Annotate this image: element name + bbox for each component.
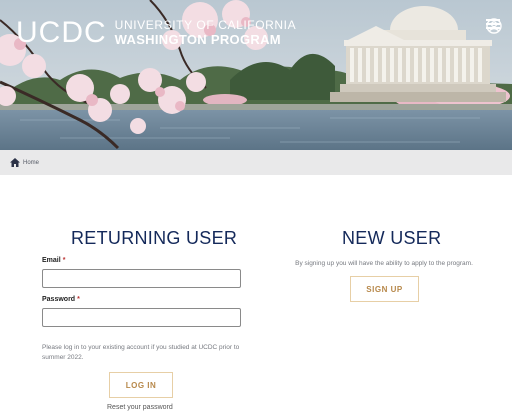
- password-label-text: Password: [42, 296, 76, 303]
- email-field[interactable]: [42, 269, 241, 288]
- password-label: Password *: [42, 296, 80, 303]
- returning-user-note: Please log in to your existing account i…: [42, 344, 240, 361]
- logo-program: WASHINGTON PROGRAM: [114, 32, 281, 47]
- breadcrumb-home-link[interactable]: Home: [23, 160, 39, 166]
- site-logo[interactable]: UCDC UNIVERSITY OF CALIFORNIA WASHINGTON…: [16, 18, 296, 48]
- home-icon[interactable]: [10, 154, 20, 172]
- password-field[interactable]: [42, 308, 241, 327]
- email-label-text: Email: [42, 257, 61, 264]
- logo-mark: UCDC: [16, 16, 107, 49]
- hero-banner: UCDC UNIVERSITY OF CALIFORNIA WASHINGTON…: [0, 0, 512, 150]
- new-user-title: NEW USER: [342, 228, 442, 248]
- returning-user-title: RETURNING USER: [71, 228, 238, 248]
- login-button[interactable]: LOG IN: [109, 372, 173, 398]
- logo-text: UNIVERSITY OF CALIFORNIA WASHINGTON PROG…: [114, 18, 297, 48]
- reset-password-link[interactable]: Reset your password: [107, 404, 173, 411]
- signup-button[interactable]: SIGN UP: [350, 276, 419, 302]
- email-label: Email *: [42, 257, 65, 264]
- logo-university: UNIVERSITY OF CALIFORNIA: [114, 18, 297, 32]
- required-mark: *: [77, 296, 80, 303]
- required-mark: *: [62, 257, 66, 264]
- breadcrumb: Home: [0, 150, 512, 175]
- new-user-description: By signing up you will have the ability …: [295, 260, 473, 267]
